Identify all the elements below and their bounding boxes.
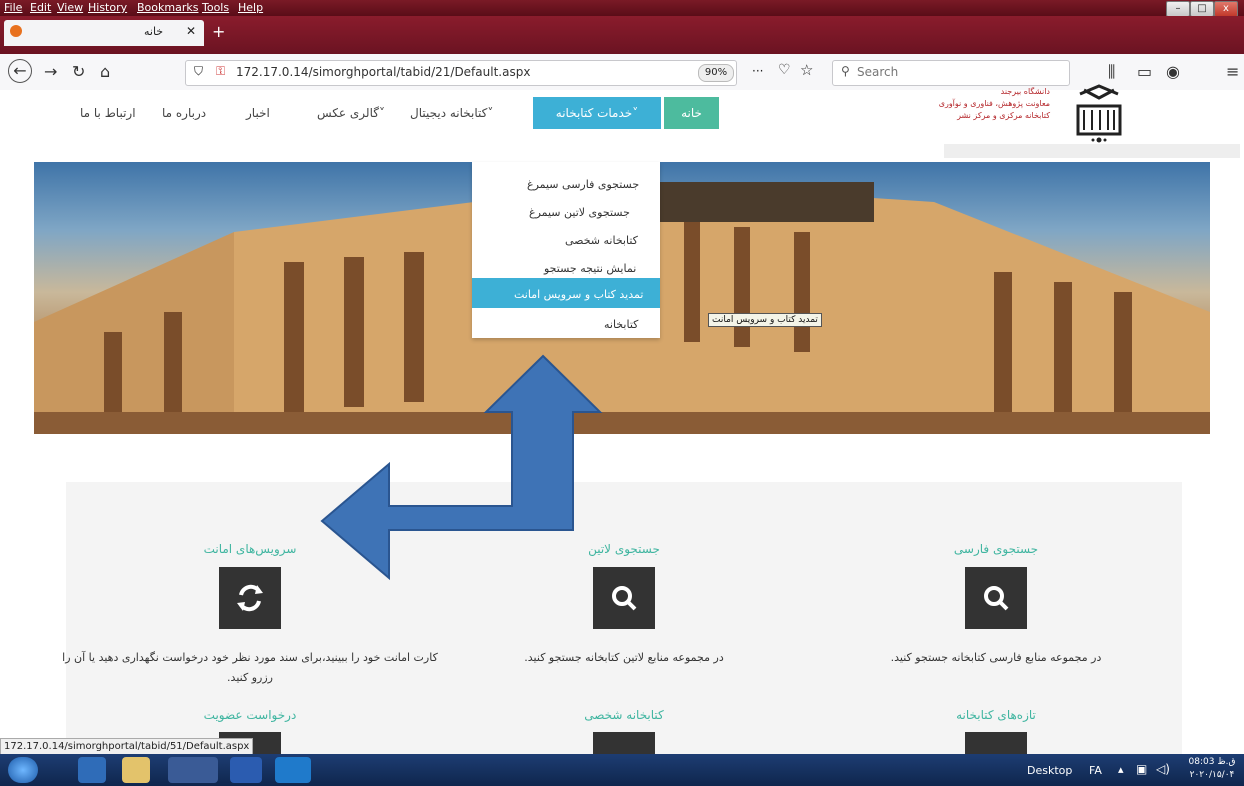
tab-title: خانه — [144, 25, 164, 38]
home-icon[interactable]: ⌂ — [100, 62, 110, 81]
close-window-button[interactable]: x — [1214, 1, 1238, 17]
tab-home[interactable]: خانه ✕ — [4, 20, 204, 46]
nav-news[interactable]: اخبار — [246, 106, 270, 120]
dropdown-item-search-results[interactable]: نمایش نتیجه جستجو — [544, 262, 1232, 275]
page-actions-icon[interactable]: ··· — [752, 64, 763, 78]
tray-arrow-icon[interactable]: ▴ — [1118, 763, 1124, 776]
service-latin-desc: در مجموعه منابع لاتین کتابخانه جستجو کنی… — [524, 651, 724, 664]
account-icon[interactable]: ◉ — [1166, 62, 1180, 81]
dropdown-item-library[interactable]: کتابخانه — [604, 318, 1232, 331]
service-persian-desc: در مجموعه منابع فارسی کتابخانه جستجو کنی… — [890, 651, 1102, 664]
nav-library-services[interactable]: خدمات کتابخانه˅ — [533, 97, 661, 129]
university-name: دانشگاه بیرجند — [1000, 87, 1050, 96]
menu-bar: File Edit View History Bookmarks Tools H… — [0, 0, 1244, 17]
forward-icon[interactable]: → — [44, 62, 57, 81]
back-icon[interactable]: ← — [8, 59, 32, 83]
reload-icon[interactable]: ↻ — [72, 62, 85, 81]
search-icon — [984, 586, 1009, 611]
new-tab-button[interactable]: + — [212, 22, 225, 41]
menu-view[interactable]: View — [57, 1, 83, 14]
chevron-down-icon: ˅ — [487, 106, 494, 120]
pocket-icon[interactable]: ♡ — [778, 62, 791, 78]
dropdown-item-personal-library[interactable]: کتابخانه شخصی — [565, 234, 1232, 247]
chevron-down-icon: ˅ — [378, 106, 385, 120]
service-persian-title[interactable]: جستجوی فارسی — [846, 542, 1146, 556]
menu-help[interactable]: Help — [238, 1, 263, 14]
zoom-level[interactable]: 90% — [698, 64, 734, 82]
service-personal-box[interactable] — [593, 732, 655, 754]
service-membership-title[interactable]: درخواست عضویت — [100, 708, 400, 722]
teamviewer-icon[interactable] — [275, 757, 311, 783]
refresh-icon — [237, 584, 263, 612]
dropdown-item-persian-search[interactable]: جستجوی فارسی سیمرغ — [527, 178, 1232, 191]
dropdown-item-renewal[interactable]: تمدید کتاب و سرویس امانت — [514, 288, 1232, 301]
service-new-title[interactable]: تازه‌های کتابخانه — [846, 708, 1146, 722]
taskbar: Desktop FA ▴ ▣ ◁) 08:03 ق.ظ ۲۰۲۰/۱۵/۰۴ — [0, 754, 1244, 786]
minimize-button[interactable]: – — [1166, 1, 1190, 17]
nav-services-label: خدمات کتابخانه — [555, 106, 633, 120]
dropdown-item-latin-search[interactable]: جستجوی لاتین سیمرغ — [529, 206, 1232, 219]
site-favicon-icon — [10, 25, 22, 37]
service-loan-box[interactable] — [219, 567, 281, 629]
nav-contact[interactable]: ارتباط با ما — [80, 106, 136, 120]
shield-icon[interactable]: ⛉ — [194, 64, 203, 79]
university-library: کتابخانه مرکزی و مرکز نشر — [957, 111, 1050, 120]
word-icon[interactable] — [230, 757, 262, 783]
menu-bookmarks[interactable]: Bookmarks — [137, 1, 198, 14]
hamburger-menu-icon[interactable]: ≡ — [1226, 62, 1239, 81]
nav-home[interactable]: خانه — [664, 97, 719, 129]
clock-time[interactable]: 08:03 ق.ظ — [1182, 757, 1242, 767]
address-bar[interactable]: ⛉ ⚿ 172.17.0.14/simorghportal/tabid/21/D… — [185, 60, 737, 86]
start-button-icon[interactable] — [8, 757, 38, 783]
search-icon: ⚲ — [841, 64, 850, 78]
bookmark-star-icon[interactable]: ☆ — [800, 61, 813, 79]
volume-icon[interactable]: ◁) — [1156, 762, 1170, 776]
url-text[interactable]: 172.17.0.14/simorghportal/tabid/21/Defau… — [236, 65, 530, 79]
insecure-lock-icon[interactable]: ⚿ — [216, 64, 225, 79]
menu-tools[interactable]: Tools — [202, 1, 229, 14]
clock-date[interactable]: ۲۰۲۰/۱۵/۰۴ — [1182, 770, 1242, 780]
service-personal-title[interactable]: کتابخانه شخصی — [474, 708, 774, 722]
menu-history[interactable]: History — [88, 1, 127, 14]
menu-file[interactable]: File — [4, 1, 22, 14]
nav-about[interactable]: درباره ما — [162, 106, 206, 120]
nav-digital-library[interactable]: کتابخانه دیجیتال˅ — [410, 106, 493, 120]
sidebar-icon[interactable]: ▭ — [1137, 62, 1152, 81]
chevron-down-icon: ˅ — [632, 106, 639, 120]
menu-edit[interactable]: Edit — [30, 1, 51, 14]
university-text: دانشگاه بیرجند معاونت پژوهش، فناوری و نو… — [930, 86, 1050, 122]
university-dept: معاونت پژوهش، فناوری و نوآوری — [938, 99, 1050, 108]
library-icon[interactable]: ⫼ — [1108, 62, 1115, 82]
nav-gallery[interactable]: گالری عکس˅ — [317, 106, 385, 120]
service-loan-desc: کارت امانت خود را ببینید،برای سند مورد ن… — [62, 651, 438, 684]
search-icon — [612, 586, 637, 611]
tab-close-icon[interactable]: ✕ — [186, 24, 196, 38]
header-strip — [944, 144, 1240, 158]
service-loan-title[interactable]: سرویس‌های امانت — [100, 542, 400, 556]
search-input[interactable]: ⚲ Search — [832, 60, 1070, 86]
media-player-icon[interactable] — [78, 757, 106, 783]
university-logo-icon — [1076, 84, 1122, 143]
nav-digital-label: کتابخانه دیجیتال — [410, 106, 488, 120]
language-indicator[interactable]: FA — [1089, 764, 1102, 777]
service-latin-title[interactable]: جستجوی لاتین — [474, 542, 774, 556]
firefox-icon[interactable] — [168, 757, 218, 783]
maximize-button[interactable]: □ — [1190, 1, 1214, 17]
service-new-box[interactable] — [965, 732, 1027, 754]
service-latin-box[interactable] — [593, 567, 655, 629]
search-placeholder: Search — [857, 65, 899, 79]
network-icon[interactable]: ▣ — [1136, 762, 1147, 776]
service-persian-box[interactable] — [965, 567, 1027, 629]
file-explorer-icon[interactable] — [122, 757, 150, 783]
tooltip: تمدید کتاب و سرویس امانت — [708, 313, 822, 327]
desktop-toolbar[interactable]: Desktop — [1027, 764, 1072, 777]
nav-gallery-label: گالری عکس — [317, 106, 379, 120]
